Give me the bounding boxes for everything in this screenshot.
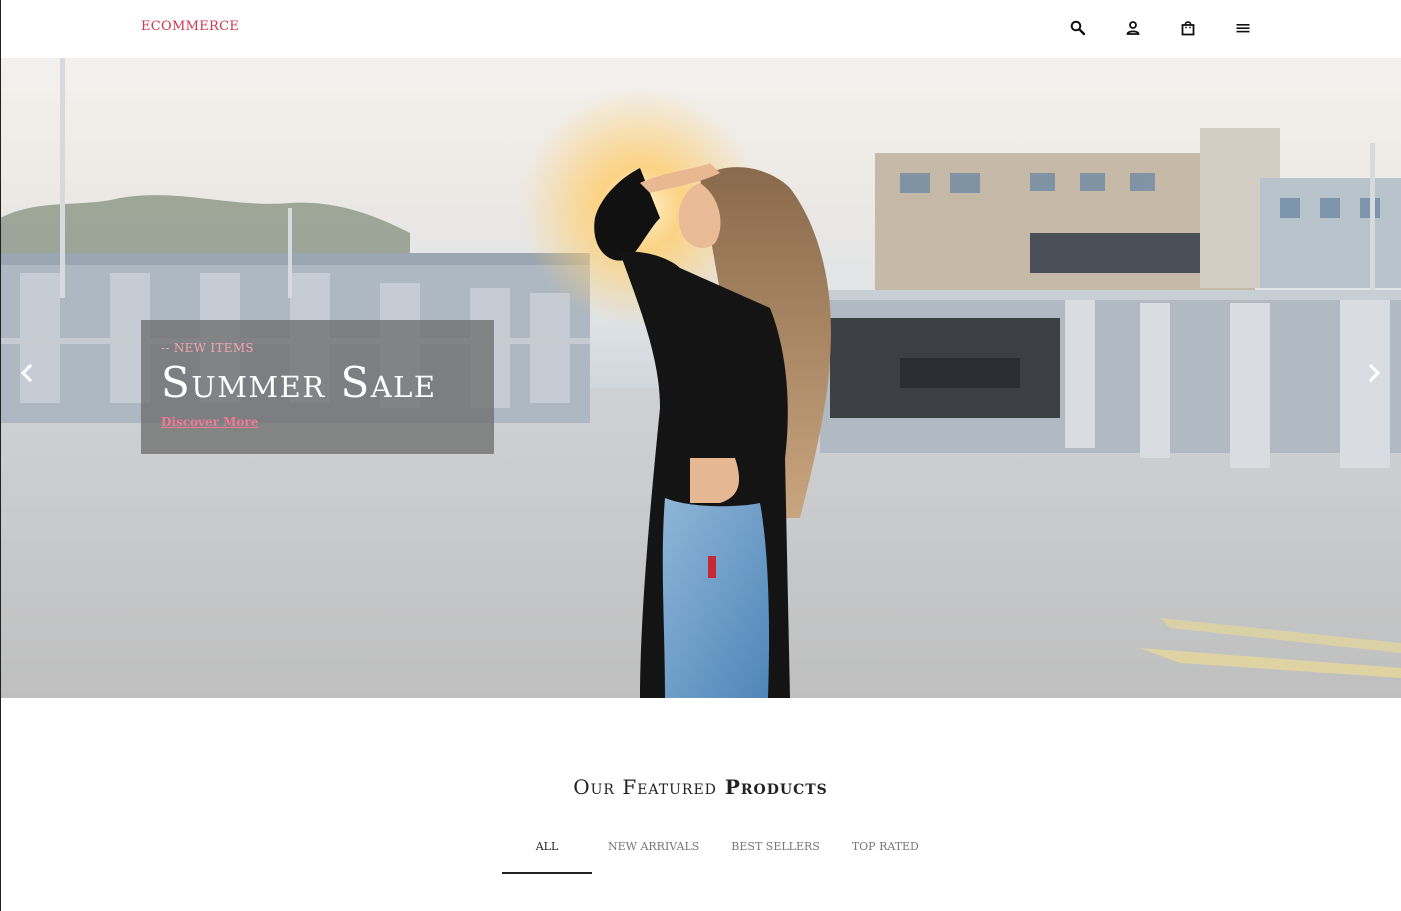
- cart-button[interactable]: [1176, 17, 1200, 39]
- shopping-bag-icon: [1181, 21, 1195, 36]
- tab-all[interactable]: ALL: [502, 840, 592, 874]
- page-left-border: [0, 0, 1, 911]
- account-button[interactable]: [1121, 17, 1145, 39]
- chevron-right-icon: [1368, 363, 1381, 383]
- menu-button[interactable]: [1231, 17, 1255, 39]
- search-icon: [1070, 20, 1086, 36]
- hero-slider: -- NEW ITEMS Summer Sale Discover More: [0, 58, 1401, 698]
- promo-kicker: -- NEW ITEMS: [161, 341, 254, 355]
- product-filter-tabs: ALL NEW ARRIVALS BEST SELLERS TOP RATED: [502, 840, 935, 874]
- slider-next-button[interactable]: [1365, 358, 1385, 388]
- tab-best-sellers[interactable]: BEST SELLERS: [715, 840, 836, 874]
- featured-title-bold: Products: [724, 775, 828, 799]
- chevron-left-icon: [20, 363, 33, 383]
- search-button[interactable]: [1066, 17, 1090, 39]
- header-icons: [1066, 17, 1255, 39]
- discover-more-link[interactable]: Discover More: [161, 415, 258, 429]
- promo-title: Summer Sale: [161, 358, 437, 407]
- featured-products-title: Our Featured Products: [0, 775, 1401, 799]
- menu-icon: [1236, 24, 1250, 33]
- slider-prev-button[interactable]: [16, 358, 36, 388]
- user-icon: [1126, 21, 1140, 35]
- site-header: ECOMMERCE: [0, 0, 1401, 58]
- promo-box: -- NEW ITEMS Summer Sale Discover More: [141, 320, 494, 454]
- logo[interactable]: ECOMMERCE: [141, 19, 239, 34]
- featured-title-light: Our Featured: [573, 775, 717, 799]
- tab-new-arrivals[interactable]: NEW ARRIVALS: [592, 840, 715, 874]
- tab-top-rated[interactable]: TOP RATED: [836, 840, 935, 874]
